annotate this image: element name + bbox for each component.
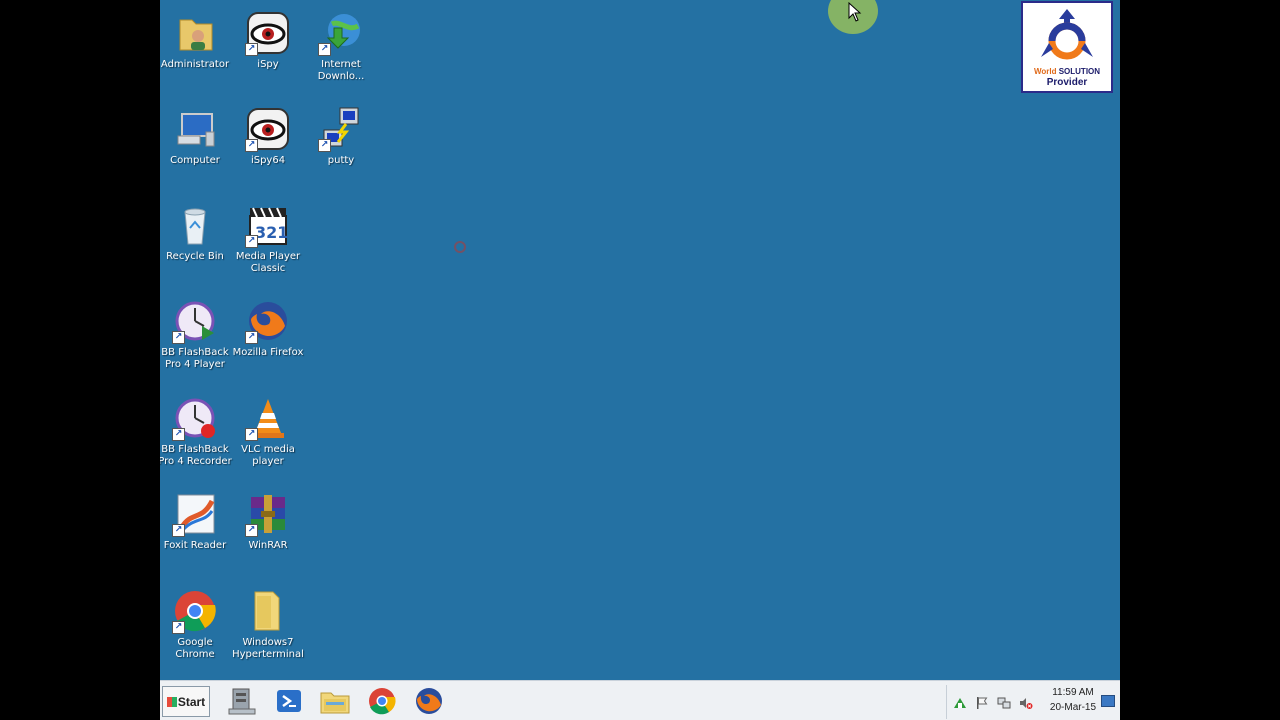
powershell-icon <box>277 690 301 712</box>
desktop-icon-vlc[interactable]: ↗ VLC media player <box>231 389 305 468</box>
putty-icon: ↗ <box>318 106 364 152</box>
system-tray: 11:59 AM 20-Mar-15 <box>946 685 1119 719</box>
server-manager-icon <box>228 688 256 715</box>
user-folder-icon <box>172 10 218 56</box>
taskbar: Start 11:59 AM 20-Mar-15 <box>160 680 1120 720</box>
logo-emblem-icon <box>1041 9 1093 60</box>
desktop-icon-label: WinRAR <box>248 540 288 551</box>
taskbar-firefox-button[interactable] <box>412 685 446 717</box>
vlc-icon: ↗ <box>245 395 291 441</box>
svg-text:321: 321 <box>255 223 288 242</box>
clock-time[interactable]: 11:59 AM <box>1043 687 1103 698</box>
ispy-eye-icon: ↗ <box>245 10 291 56</box>
chrome-icon: ↗ <box>172 588 218 634</box>
flashback-player-icon: ↗ <box>172 298 218 344</box>
start-label: Start <box>177 695 206 709</box>
desktop-icon-ispy[interactable]: ↗ iSpy <box>231 4 305 71</box>
desktop-icon-flashback-recorder[interactable]: ↗ BB FlashBack Pro 4 Recorder <box>160 389 232 468</box>
windows-flag-icon <box>166 697 177 707</box>
desktop-icon-label: BB FlashBack Pro 4 Player <box>161 347 229 370</box>
taskbar-server-manager-button[interactable] <box>225 685 259 717</box>
desktop-icon-windows7-hyperterminal[interactable]: Windows7 Hyperterminal <box>231 582 305 661</box>
logo-world-text: World <box>1033 67 1057 76</box>
ispy-eye-icon: ↗ <box>245 106 291 152</box>
flashback-recorder-icon: ↗ <box>172 395 218 441</box>
desktop-icon-label: BB FlashBack Pro 4 Recorder <box>160 444 232 467</box>
firefox-icon <box>416 688 442 714</box>
desktop-icon-mozilla-firefox[interactable]: ↗ Mozilla Firefox <box>231 292 305 359</box>
desktop[interactable]: Administrator Computer Recycle Bin ↗ BB … <box>160 0 1120 720</box>
desktop-icon-label: iSpy64 <box>250 155 286 166</box>
folder-icon <box>245 588 291 634</box>
world-solution-provider-logo: World SOLUTION Provider <box>1021 1 1113 93</box>
network-lan-icon[interactable] <box>997 695 1011 709</box>
chrome-icon <box>369 688 396 715</box>
recycle-bin-icon <box>172 202 218 248</box>
desktop-icon-label: Recycle Bin <box>166 251 224 262</box>
desktop-icon-label: Foxit Reader <box>163 540 227 551</box>
desktop-icon-label: Internet Downlo... <box>317 59 365 82</box>
desktop-icon-administrator[interactable]: Administrator <box>160 4 232 71</box>
desktop-icon-internet-download-manager[interactable]: ↗ Internet Downlo... <box>304 4 378 83</box>
desktop-icon-label: Mozilla Firefox <box>232 347 304 358</box>
click-marker-icon <box>454 241 466 253</box>
desktop-icon-label: Computer <box>170 155 220 166</box>
desktop-icon-recycle-bin[interactable]: Recycle Bin <box>160 196 232 263</box>
logo-line-2: Provider <box>1046 77 1088 88</box>
media-player-classic-icon: 321 ↗ <box>245 202 291 248</box>
winrar-icon: ↗ <box>245 491 291 537</box>
volume-muted-icon[interactable] <box>1019 695 1033 709</box>
internet-download-manager-icon: ↗ <box>318 10 364 56</box>
taskbar-powershell-button[interactable] <box>272 685 306 717</box>
taskbar-explorer-button[interactable] <box>318 685 352 717</box>
network-icon[interactable] <box>953 695 967 709</box>
logo-solution-text: SOLUTION <box>1058 67 1101 76</box>
taskbar-chrome-button[interactable] <box>365 685 399 717</box>
desktop-icon-winrar[interactable]: ↗ WinRAR <box>231 485 305 552</box>
desktop-icon-media-player-classic[interactable]: 321 ↗ Media Player Classic <box>231 196 305 275</box>
firefox-icon: ↗ <box>245 298 291 344</box>
desktop-icon-label: iSpy <box>257 59 279 70</box>
desktop-icon-label: VLC media player <box>241 444 295 467</box>
explorer-icon <box>320 692 350 714</box>
action-center-flag-icon[interactable] <box>975 695 989 709</box>
show-desktop-button[interactable] <box>1101 695 1115 707</box>
desktop-icon-label: Administrator <box>160 59 230 70</box>
desktop-icon-label: putty <box>327 155 355 166</box>
desktop-icon-putty[interactable]: ↗ putty <box>304 100 378 167</box>
desktop-icon-flashback-player[interactable]: ↗ BB FlashBack Pro 4 Player <box>160 292 232 371</box>
desktop-icon-ispy64[interactable]: ↗ iSpy64 <box>231 100 305 167</box>
foxit-reader-icon: ↗ <box>172 491 218 537</box>
desktop-icon-computer[interactable]: Computer <box>160 100 232 167</box>
desktop-icon-foxit-reader[interactable]: ↗ Foxit Reader <box>160 485 232 552</box>
desktop-icon-google-chrome[interactable]: ↗ Google Chrome <box>160 582 232 661</box>
computer-icon <box>172 106 218 152</box>
clock-date[interactable]: 20-Mar-15 <box>1043 702 1103 713</box>
start-button[interactable]: Start <box>162 686 210 717</box>
desktop-icon-label: Media Player Classic <box>235 251 301 274</box>
logo-line-1: World SOLUTION <box>1023 67 1111 76</box>
mouse-pointer-icon <box>848 1 862 26</box>
desktop-icon-label: Google Chrome <box>175 637 215 660</box>
desktop-icon-label: Windows7 Hyperterminal <box>232 637 304 660</box>
